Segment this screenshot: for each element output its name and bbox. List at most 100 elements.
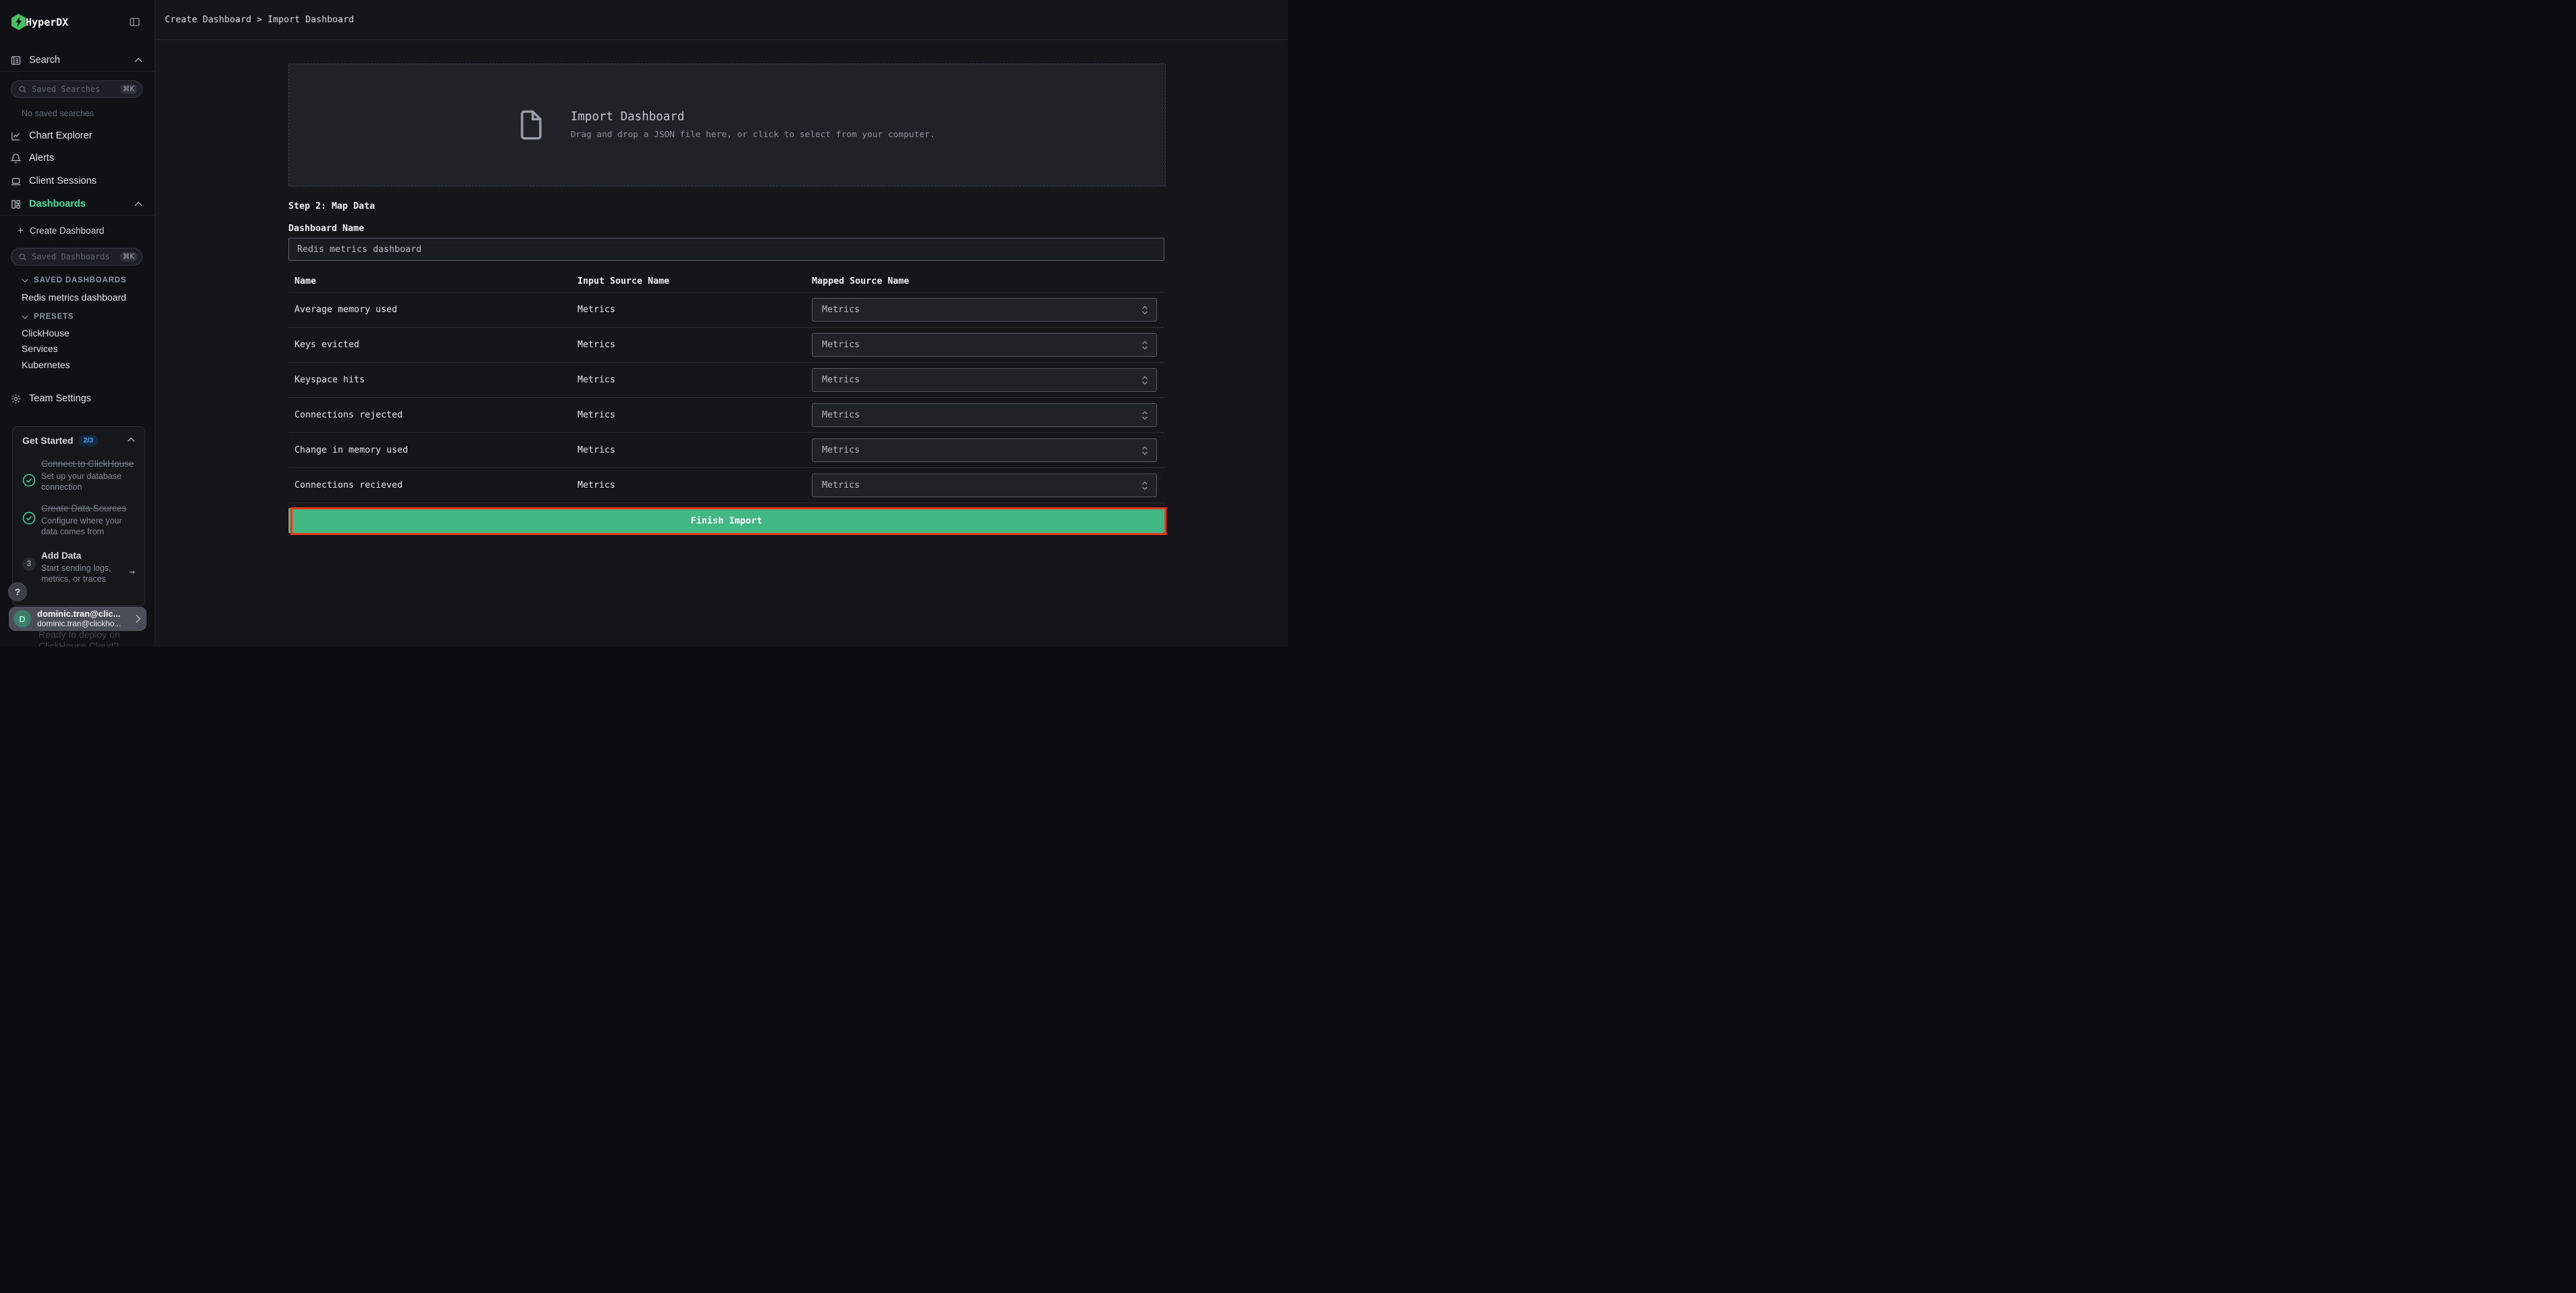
sidebar-item-label: Team Settings: [29, 393, 91, 404]
chevron-down-icon: [22, 278, 28, 283]
search-icon: [18, 253, 27, 261]
file-icon: [519, 110, 542, 140]
table-row: Keys evicted Metrics Metrics: [288, 328, 1164, 363]
plus-icon: +: [18, 225, 24, 236]
dashboard-name-input[interactable]: [288, 238, 1164, 261]
table-row: Change in memory used Metrics Metrics: [288, 433, 1164, 468]
column-header-name: Name: [294, 270, 316, 293]
get-started-step-1: Connect to ClickHouse Set up your databa…: [22, 457, 135, 493]
presets-section-header[interactable]: PRESETS: [0, 309, 155, 324]
sidebar-item-dashboards[interactable]: Dashboards: [0, 195, 155, 213]
table-row: Average memory used Metrics Metrics: [288, 293, 1164, 328]
mapped-source-select[interactable]: Metrics: [812, 333, 1157, 357]
avatar: D: [14, 610, 31, 628]
step-desc: Configure where your data comes from: [41, 515, 135, 538]
get-started-step-2: Create Data Sources Configure where your…: [22, 502, 135, 538]
table-row: Keyspace hits Metrics Metrics: [288, 363, 1164, 398]
sidebar-header: HyperDX: [0, 0, 155, 44]
table-row: Connections rejected Metrics Metrics: [288, 398, 1164, 433]
select-chevrons-icon: [1141, 410, 1148, 421]
saved-dashboards-input[interactable]: [32, 252, 120, 261]
step-title: Add Data: [41, 549, 135, 563]
check-circle-icon: [22, 502, 41, 538]
user-menu[interactable]: D dominic.tran@clic... dominic.tran@clic…: [9, 607, 147, 631]
sidebar-item-chart-explorer[interactable]: Chart Explorer: [0, 126, 155, 145]
sidebar-item-label: Search: [29, 55, 60, 66]
preset-item-clickhouse[interactable]: ClickHouse: [0, 326, 155, 340]
chevron-up-icon: [127, 437, 135, 442]
mapped-source-select[interactable]: Metrics: [812, 298, 1157, 322]
topbar: Create Dashboard > Import Dashboard: [156, 0, 1288, 40]
mapped-source-select[interactable]: Metrics: [812, 403, 1157, 427]
sidebar-item-label: Client Sessions: [29, 176, 97, 186]
step-2-label: Step 2: Map Data: [288, 201, 375, 211]
gear-icon: [10, 393, 22, 405]
clickhouse-cloud-promo: Ready to deploy on ClickHouse Cloud?: [38, 629, 120, 646]
sidebar-item-team-settings[interactable]: Team Settings: [0, 389, 155, 408]
row-input-source: Metrics: [577, 293, 615, 328]
row-input-source: Metrics: [577, 363, 615, 398]
sidebar-item-label: Dashboards: [29, 199, 86, 209]
get-started-card: Get Started 2/3 Connect to ClickHouse Se…: [12, 426, 145, 606]
dashboard-layout-icon: [10, 199, 22, 210]
app-title: HyperDX: [26, 16, 68, 28]
row-name: Keyspace hits: [294, 363, 365, 398]
saved-dashboards-section-header[interactable]: SAVED DASHBOARDS: [0, 273, 155, 288]
chevron-down-icon: [22, 315, 28, 320]
mapped-source-select[interactable]: Metrics: [812, 368, 1157, 392]
sidebar-item-label: Alerts: [29, 153, 54, 163]
saved-dashboard-item[interactable]: Redis metrics dashboard: [0, 290, 155, 305]
row-input-source: Metrics: [577, 328, 615, 363]
select-chevrons-icon: [1141, 305, 1148, 315]
saved-dashboards-search[interactable]: ⌘K: [11, 248, 143, 265]
dropzone-title: Import Dashboard: [571, 110, 935, 124]
step-desc: Set up your database connection: [41, 471, 135, 493]
sidebar-collapse-icon[interactable]: [129, 16, 140, 28]
row-input-source: Metrics: [577, 468, 615, 503]
divider: [0, 71, 155, 72]
help-button[interactable]: ?: [8, 582, 27, 601]
row-input-source: Metrics: [577, 398, 615, 433]
preset-item-services[interactable]: Services: [0, 341, 155, 356]
sidebar-item-alerts[interactable]: Alerts: [0, 149, 155, 168]
laptop-icon: [10, 176, 22, 187]
bell-icon: [10, 153, 22, 164]
row-name: Connections recieved: [294, 468, 403, 503]
no-saved-searches-note: No saved searches: [22, 109, 94, 118]
sidebar-item-search[interactable]: Search: [0, 51, 155, 70]
select-chevrons-icon: [1141, 340, 1148, 351]
row-name: Connections rejected: [294, 398, 403, 433]
create-dashboard-label: Create Dashboard: [30, 226, 104, 236]
get-started-title: Get Started: [22, 435, 73, 446]
mapped-source-select[interactable]: Metrics: [812, 438, 1157, 462]
mapped-source-select[interactable]: Metrics: [812, 474, 1157, 497]
create-dashboard-button[interactable]: + Create Dashboard: [0, 221, 155, 240]
select-chevrons-icon: [1141, 445, 1148, 456]
preset-item-kubernetes[interactable]: Kubernetes: [0, 357, 155, 372]
import-dropzone[interactable]: Import Dashboard Drag and drop a JSON fi…: [288, 64, 1166, 186]
step-number-badge: 3: [22, 549, 41, 585]
get-started-step-3[interactable]: 3 Add Data Start sending logs, metrics, …: [22, 549, 135, 585]
row-name: Change in memory used: [294, 433, 408, 468]
get-started-header[interactable]: Get Started 2/3: [22, 435, 135, 447]
saved-searches-search[interactable]: ⌘K: [11, 80, 143, 98]
sidebar: HyperDX Search ⌘K: [0, 0, 155, 646]
shortcut-badge: ⌘K: [120, 252, 137, 262]
breadcrumb[interactable]: Create Dashboard > Import Dashboard: [165, 0, 354, 40]
app-window: HyperDX Search ⌘K: [0, 0, 1288, 646]
finish-import-button[interactable]: Finish Import: [288, 508, 1164, 533]
saved-searches-input[interactable]: [32, 84, 120, 94]
column-header-input-source: Input Source Name: [577, 270, 669, 293]
divider: [0, 215, 155, 216]
select-chevrons-icon: [1141, 375, 1148, 386]
step-title: Connect to ClickHouse: [41, 457, 135, 471]
dashboard-name-label: Dashboard Name: [288, 224, 364, 234]
select-chevrons-icon: [1141, 480, 1148, 491]
check-circle-icon: [22, 457, 41, 493]
column-header-mapped-source: Mapped Source Name: [812, 270, 909, 293]
sidebar-item-client-sessions[interactable]: Client Sessions: [0, 172, 155, 191]
hyperdx-logo-icon: [11, 14, 26, 30]
step-desc: Start sending logs, metrics, or traces: [41, 563, 128, 585]
table-body: Average memory used Metrics Metrics Keys…: [288, 293, 1164, 503]
sidebar-item-label: Chart Explorer: [29, 130, 92, 141]
